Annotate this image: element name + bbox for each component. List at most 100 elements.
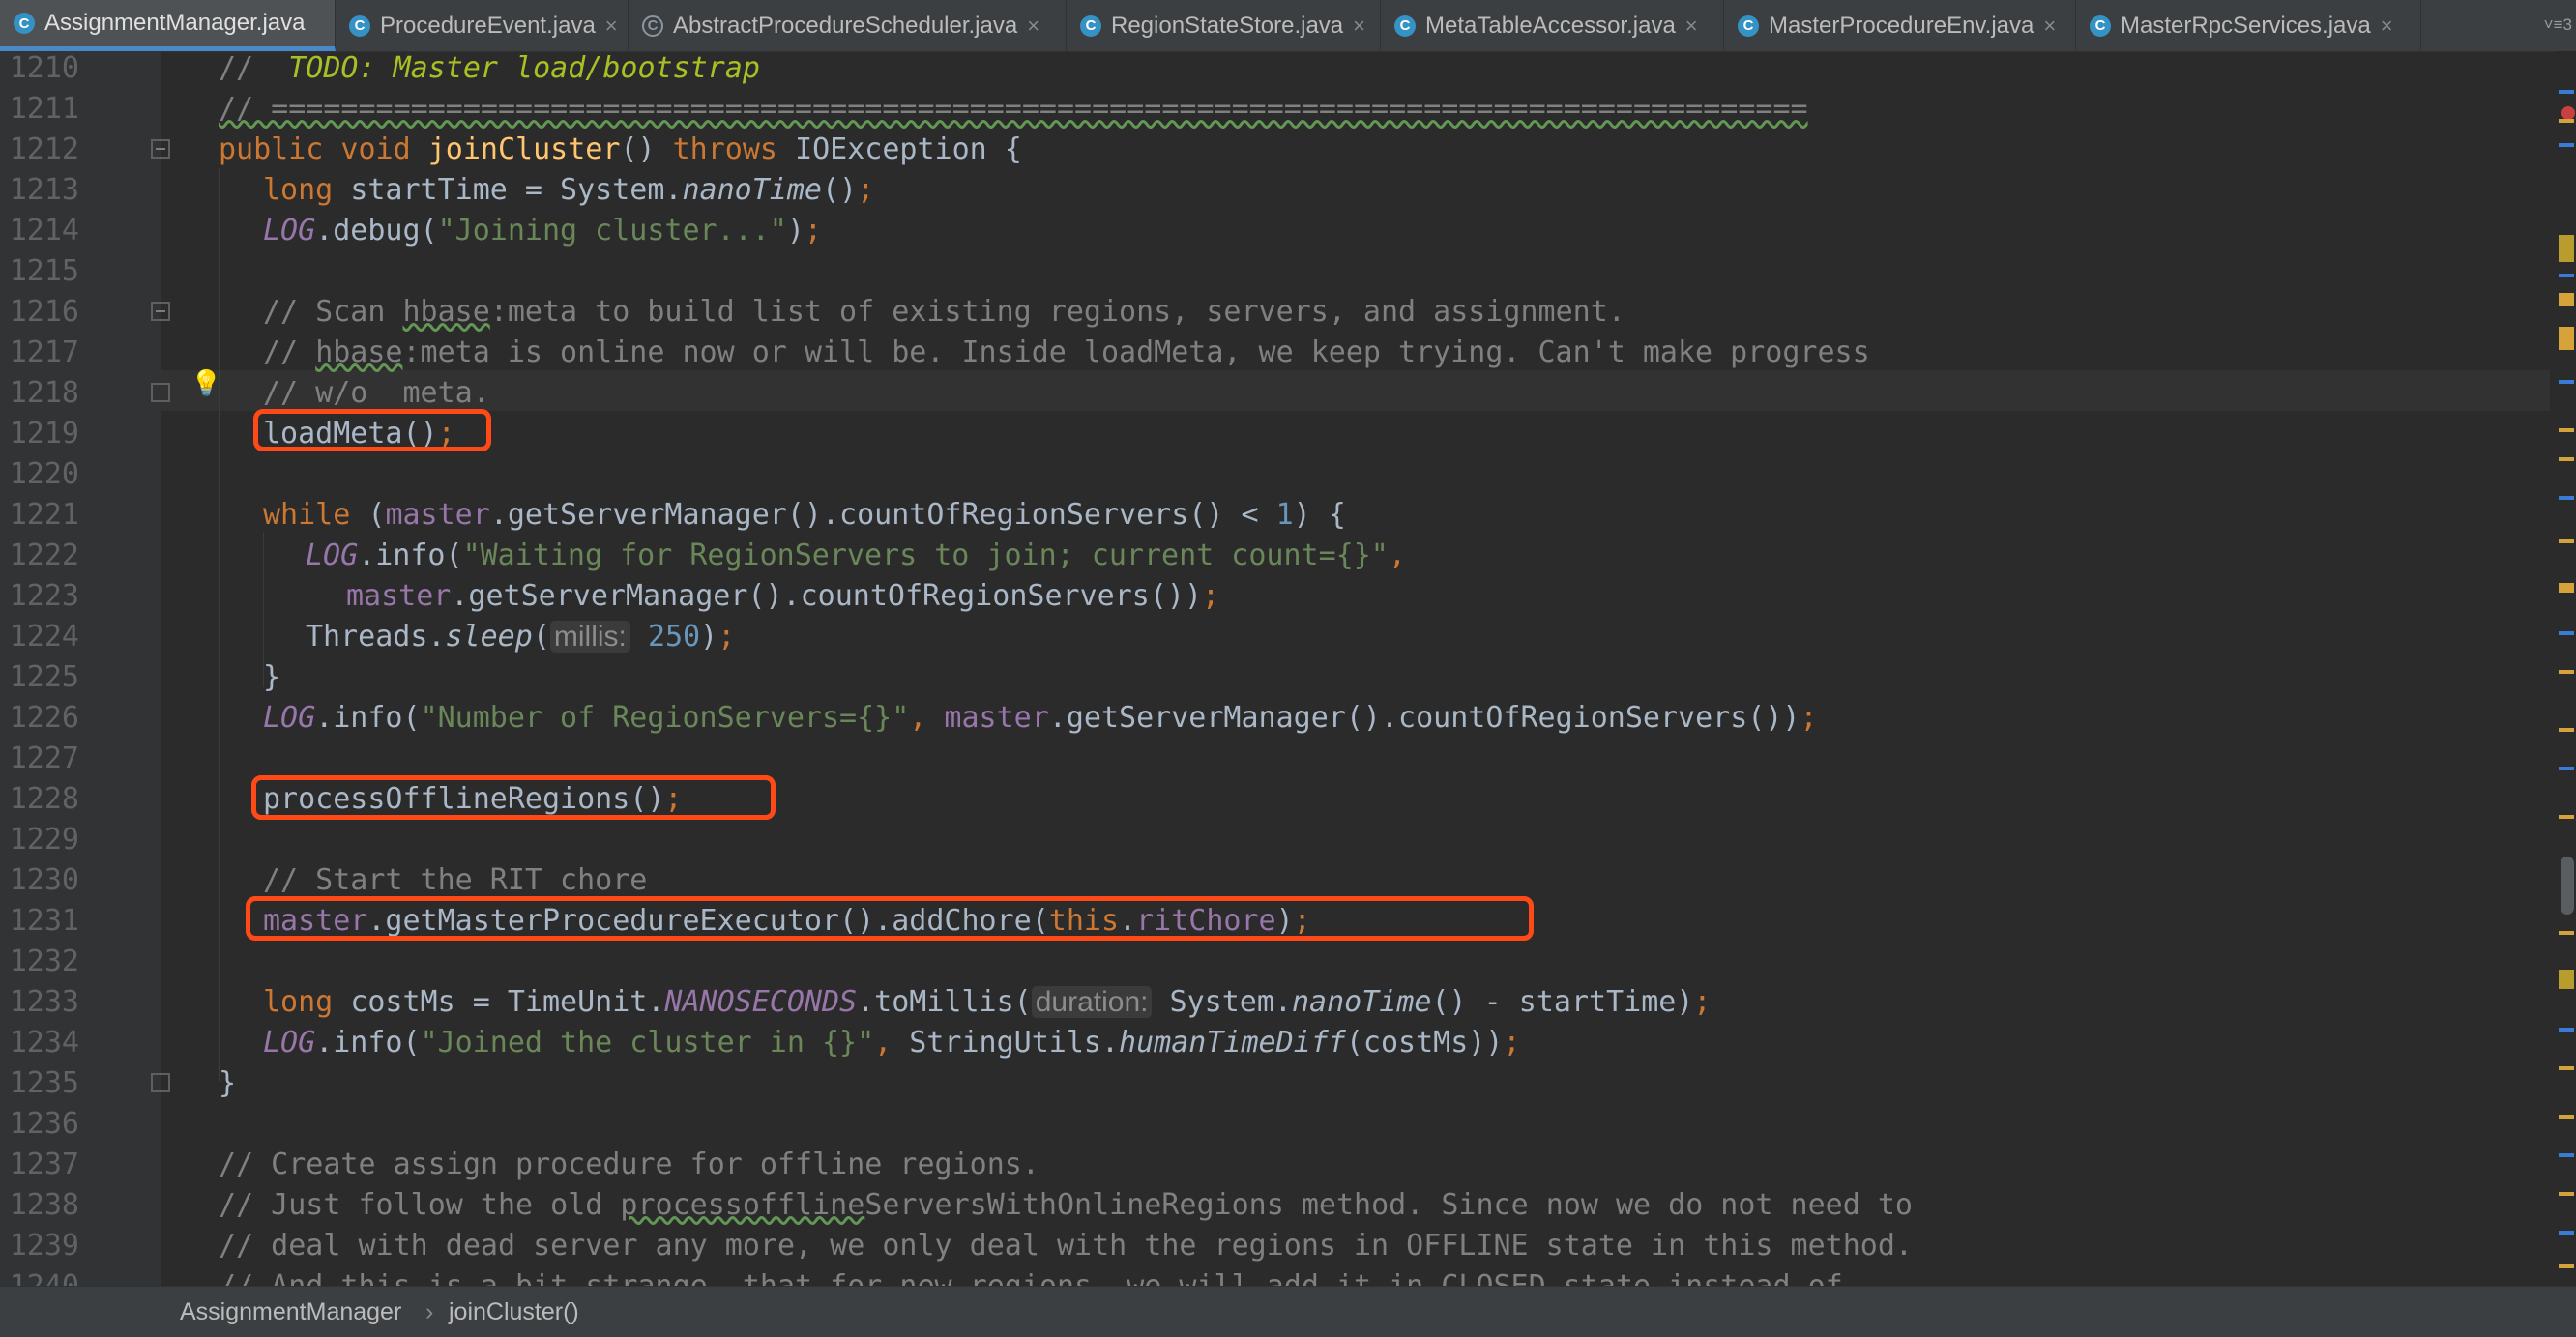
marker[interactable]	[2559, 815, 2574, 819]
marker[interactable]	[2559, 583, 2574, 593]
tabs-overflow-button[interactable]: ˅≡3	[2544, 15, 2572, 35]
code-line: Threads.sleep(millis: 250);	[306, 617, 735, 657]
tab-regionstatestore[interactable]: C RegionStateStore.java ×	[1067, 0, 1381, 51]
line-number: 1220	[9, 457, 79, 491]
tab-metatableaccessor[interactable]: C MetaTableAccessor.java ×	[1381, 0, 1724, 51]
marker[interactable]	[2559, 496, 2574, 500]
tab-procedureevent[interactable]: C ProcedureEvent.java ×	[336, 0, 629, 51]
line-number: 1211	[9, 92, 79, 126]
code-text: System.	[1169, 985, 1292, 1019]
indent-guide	[219, 168, 220, 1082]
tab-masterrpcservices[interactable]: C MasterRpcServices.java ×	[2076, 0, 2421, 51]
close-icon[interactable]: ×	[1027, 14, 1039, 39]
marker[interactable]	[2559, 90, 2574, 94]
breadcrumb-separator-icon: ›	[425, 1298, 434, 1325]
code-line: long startTime = System.nanoTime();	[263, 170, 874, 211]
semicolon: ;	[1202, 579, 1220, 613]
fold-end-icon[interactable]	[151, 383, 170, 402]
marker[interactable]	[2559, 1231, 2574, 1235]
marker[interactable]	[2559, 1028, 2574, 1032]
comma: ,	[874, 1026, 910, 1060]
static-field: LOG	[263, 701, 316, 735]
breadcrumb-method[interactable]: joinCluster()	[449, 1298, 579, 1326]
marker[interactable]	[2559, 931, 2574, 935]
tab-label: MetaTableAccessor.java	[1425, 12, 1676, 39]
marker[interactable]	[2559, 327, 2574, 350]
close-icon[interactable]: ×	[2381, 14, 2393, 39]
code-text: ()	[620, 132, 673, 166]
breadcrumb-class[interactable]: AssignmentManager	[180, 1298, 401, 1326]
marker[interactable]	[2559, 1153, 2574, 1157]
class-icon: C	[349, 15, 370, 37]
editor-scrollbar[interactable]	[2555, 51, 2576, 1286]
marker[interactable]	[2559, 670, 2574, 674]
highlight-box-addchore	[246, 896, 1534, 941]
lightbulb-icon[interactable]: 💡	[190, 369, 221, 398]
marker[interactable]	[2559, 631, 2574, 635]
error-indicator-icon[interactable]	[2561, 106, 2575, 120]
line-number: 1238	[9, 1188, 79, 1222]
line-number: 1232	[9, 945, 79, 978]
comment: :meta to build list of existing regions,…	[489, 295, 1625, 329]
code-line: // deal with dead server any more, we on…	[219, 1226, 1913, 1266]
marker[interactable]	[2559, 235, 2574, 262]
code-text: startTime = System.	[350, 173, 683, 207]
marker[interactable]	[2559, 539, 2574, 543]
parameter-hint: duration:	[1031, 986, 1153, 1018]
comment: // w/o meta.	[263, 376, 490, 410]
static-method: nanoTime	[682, 173, 822, 207]
line-number: 1231	[9, 904, 79, 938]
line-number: 1219	[9, 417, 79, 451]
code-text: (	[532, 620, 550, 654]
marker[interactable]	[2559, 970, 2574, 989]
comma: ,	[909, 701, 945, 735]
marker[interactable]	[2559, 119, 2574, 123]
marker[interactable]	[2559, 293, 2574, 306]
line-number: 1230	[9, 863, 79, 897]
semicolon: ;	[1800, 701, 1818, 735]
close-icon[interactable]: ×	[605, 14, 618, 39]
static-method: humanTimeDiff	[1119, 1026, 1346, 1060]
tab-label: MasterProcedureEnv.java	[1769, 12, 2034, 39]
marker[interactable]	[2559, 143, 2574, 147]
marker[interactable]	[2559, 428, 2574, 432]
current-line-highlight	[161, 370, 2550, 411]
marker[interactable]	[2559, 1192, 2574, 1196]
code-line: LOG.info("Joined the cluster in {}", Str…	[263, 1023, 1520, 1063]
editor-tab-bar: C AssignmentManager.java C ProcedureEven…	[0, 0, 2576, 52]
scrollbar-thumb[interactable]	[2561, 857, 2574, 915]
code-line: while (master.getServerManager().countOf…	[263, 495, 1346, 536]
marker[interactable]	[2559, 380, 2574, 384]
tab-masterprocedureenv[interactable]: C MasterProcedureEnv.java ×	[1724, 0, 2076, 51]
line-number: 1236	[9, 1107, 79, 1141]
semicolon: ;	[1503, 1026, 1521, 1060]
comment: // Just follow the old	[219, 1188, 621, 1222]
marker[interactable]	[2559, 274, 2574, 277]
close-icon[interactable]: ×	[2043, 14, 2056, 39]
fold-marker-icon[interactable]	[151, 139, 170, 159]
marker[interactable]	[2559, 457, 2574, 461]
fold-end-icon[interactable]	[151, 1073, 170, 1092]
code-text: .toMillis(	[857, 985, 1032, 1019]
tab-assignmentmanager[interactable]: C AssignmentManager.java	[0, 0, 336, 51]
code-text: () - startTime)	[1431, 985, 1694, 1019]
comment: // Start the RIT chore	[263, 863, 648, 897]
list-icon: ˅≡	[2543, 15, 2563, 34]
marker[interactable]	[2559, 1066, 2574, 1070]
fold-marker-icon[interactable]	[151, 302, 170, 321]
line-number: 1215	[9, 254, 79, 288]
line-number: 1224	[9, 620, 79, 654]
comment: //	[263, 335, 316, 369]
static-method: sleep	[445, 620, 533, 654]
static-field: LOG	[263, 214, 316, 247]
marker[interactable]	[2559, 1264, 2574, 1268]
close-icon[interactable]: ×	[1353, 14, 1365, 39]
marker[interactable]	[2559, 1115, 2574, 1119]
close-icon[interactable]: ×	[1685, 14, 1698, 39]
typo-word: processoffline	[620, 1188, 865, 1222]
code-text: Threads.	[306, 620, 446, 654]
marker[interactable]	[2559, 728, 2574, 732]
tab-abstractprocedurescheduler[interactable]: C AbstractProcedureScheduler.java ×	[629, 0, 1067, 51]
comment: :meta is online now or will be. Inside l…	[402, 335, 1870, 369]
marker[interactable]	[2559, 767, 2574, 770]
